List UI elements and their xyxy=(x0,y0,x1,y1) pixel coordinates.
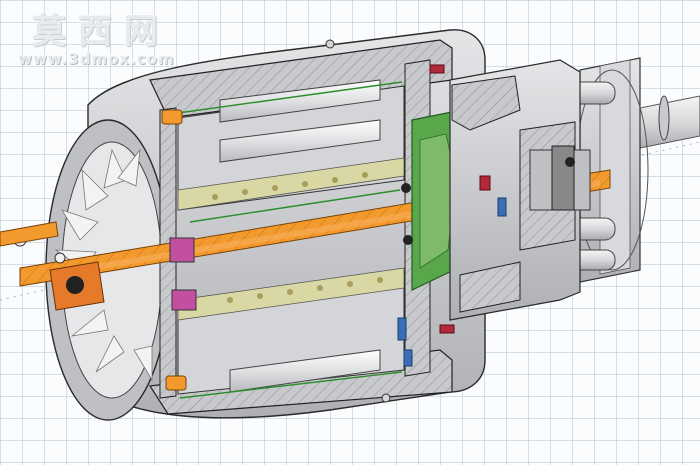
rear-bearing xyxy=(529,145,591,211)
cad-viewport[interactable]: 莫西网 www.3dmox.com xyxy=(0,0,700,465)
turbine-engine-cutaway-model[interactable] xyxy=(0,0,700,465)
